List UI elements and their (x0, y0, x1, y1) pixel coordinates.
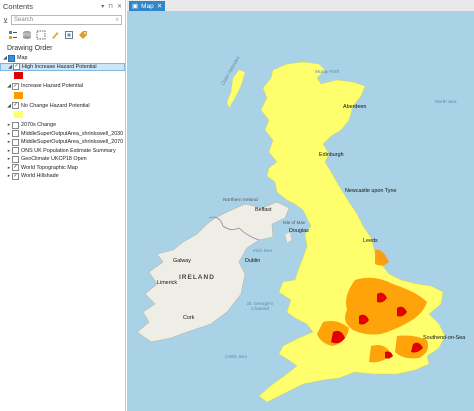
list-by-selection-icon[interactable] (36, 30, 46, 40)
map-view[interactable]: Outer Hebrides Moray Firth Aberdeen Nort… (127, 12, 474, 411)
map-node-label: Map (17, 55, 28, 62)
map-canvas[interactable] (127, 12, 474, 411)
layer-visibility-checkbox[interactable] (12, 121, 19, 129)
newcastle-label: Newcastle upon Tyne (345, 188, 397, 194)
list-by-editing-icon[interactable] (50, 30, 60, 40)
map-tab-label: Map (141, 2, 154, 10)
layer-list: ◢ ✓ High Increase Hazard Potential ◢ ✓ Increa… (0, 62, 125, 181)
layer-name: 2070s Change (21, 122, 57, 129)
ireland-landmass (136, 201, 290, 343)
layer-row[interactable]: ▸ ✓ World Topographic Map (0, 164, 125, 173)
layer-visibility-checkbox[interactable] (12, 147, 19, 155)
ireland-label: IRELAND (179, 274, 215, 281)
southend-label: Southend-on-Sea (423, 335, 466, 341)
legend-swatch (14, 111, 23, 118)
map-tab-close-icon[interactable]: ✕ (157, 2, 162, 10)
layer-name: MiddleSuperOutputArea_shrinkswell_2070 (21, 139, 124, 146)
layer-name: GeoClimate UKCP18 Open (21, 156, 87, 163)
layer-row[interactable]: ◢ ✓ Increase Hazard Potential (0, 82, 125, 91)
layer-row[interactable]: ▸ ONS UK Population Estimate Summary (0, 147, 125, 156)
map-icon (8, 54, 15, 62)
st-georges-channel-label: St. George's Channel (246, 302, 274, 312)
layer-visibility-checkbox[interactable]: ✓ (12, 172, 19, 180)
list-by-labeling-icon[interactable] (78, 30, 88, 40)
layer-name: MiddleSuperOutputArea_shrinkswell_2030 (21, 130, 124, 137)
layer-visibility-checkbox[interactable] (12, 155, 19, 163)
layer-row[interactable]: ◢ ✓ High Increase Hazard Potential (0, 62, 125, 71)
search-input[interactable]: Search ⌕ (11, 15, 122, 25)
drawing-order-heading: Drawing Order (7, 45, 53, 52)
map-tab-icon: ▣ (132, 3, 139, 10)
cork-label: Cork (183, 315, 195, 321)
layer-row[interactable]: ▸ MiddleSuperOutputArea_shrinkswell_2030 (0, 130, 125, 139)
legend-swatch (14, 72, 23, 79)
layer-row[interactable]: ▸ GeoClimate UKCP18 Open (0, 155, 125, 164)
limerick-label: Limerick (157, 280, 178, 286)
contents-title: Contents (3, 2, 34, 11)
dropdown-icon[interactable]: ▾ (101, 3, 104, 10)
map-node[interactable]: ◢ Map (0, 54, 125, 63)
layer-name: World Topographic Map (21, 164, 78, 171)
irish-sea-label: Irish Sea (253, 249, 272, 254)
layer-row[interactable]: ◢ ✓ No Change Hazard Potential (0, 102, 125, 111)
list-by-source-icon[interactable] (22, 30, 32, 40)
map-tab-bar: ▣ Map ✕ (127, 0, 474, 12)
northern-ireland-label: Northern Ireland (223, 198, 258, 203)
layer-row[interactable]: ▸ 2070s Change (0, 121, 125, 130)
layer-row[interactable]: ▸ ✓ World Hillshade (0, 172, 125, 181)
moray-firth-label: Moray Firth (315, 70, 340, 75)
legend-swatch (14, 91, 23, 99)
aberdeen-label: Aberdeen (343, 104, 367, 110)
leeds-label: Leeds (363, 238, 378, 244)
layer-name: No Change Hazard Potential (21, 102, 90, 109)
celtic-sea-label: Celtic Sea (225, 355, 247, 360)
contents-pane: Contents ▾ ⊓ ✕ Search ⌕ ⊻ Drawing Order … (0, 0, 126, 411)
layer-visibility-checkbox[interactable]: ✓ (12, 102, 19, 110)
list-by-snapping-icon[interactable] (64, 30, 74, 40)
douglas-label: Douglas (289, 228, 309, 234)
list-by-drawing-order-icon[interactable] (8, 30, 18, 40)
layer-visibility-checkbox[interactable]: ✓ (12, 82, 19, 90)
layer-visibility-checkbox[interactable] (12, 138, 19, 146)
belfast-label: Belfast (255, 207, 272, 213)
layer-row[interactable]: ▸ MiddleSuperOutputArea_shrinkswell_2070 (0, 138, 125, 147)
layer-visibility-checkbox[interactable]: ✓ (13, 63, 20, 71)
close-icon[interactable]: ✕ (117, 3, 122, 10)
layer-name: ONS UK Population Estimate Summary (21, 147, 116, 154)
north-sea-label: North Sea (435, 100, 457, 105)
layer-name: Increase Hazard Potential (21, 83, 84, 90)
filter-icon[interactable]: ⊻ (3, 17, 8, 25)
layer-visibility-checkbox[interactable] (12, 130, 19, 138)
layer-visibility-checkbox[interactable]: ✓ (12, 164, 19, 172)
layer-name: High Increase Hazard Potential (22, 63, 97, 70)
isle-of-man-label: Isle of Man (283, 220, 306, 225)
map-tab[interactable]: ▣ Map ✕ (129, 1, 166, 11)
galway-label: Galway (173, 258, 191, 264)
contents-toolbar (0, 27, 125, 42)
search-icon[interactable]: ⌕ (116, 17, 119, 24)
dublin-label: Dublin (245, 258, 261, 264)
edinburgh-label: Edinburgh (319, 152, 344, 158)
search-placeholder: Search (14, 17, 34, 23)
contents-header: Contents ▾ ⊓ ✕ (0, 0, 125, 13)
layer-name: World Hillshade (21, 173, 59, 180)
pin-icon[interactable]: ⊓ (108, 3, 113, 10)
